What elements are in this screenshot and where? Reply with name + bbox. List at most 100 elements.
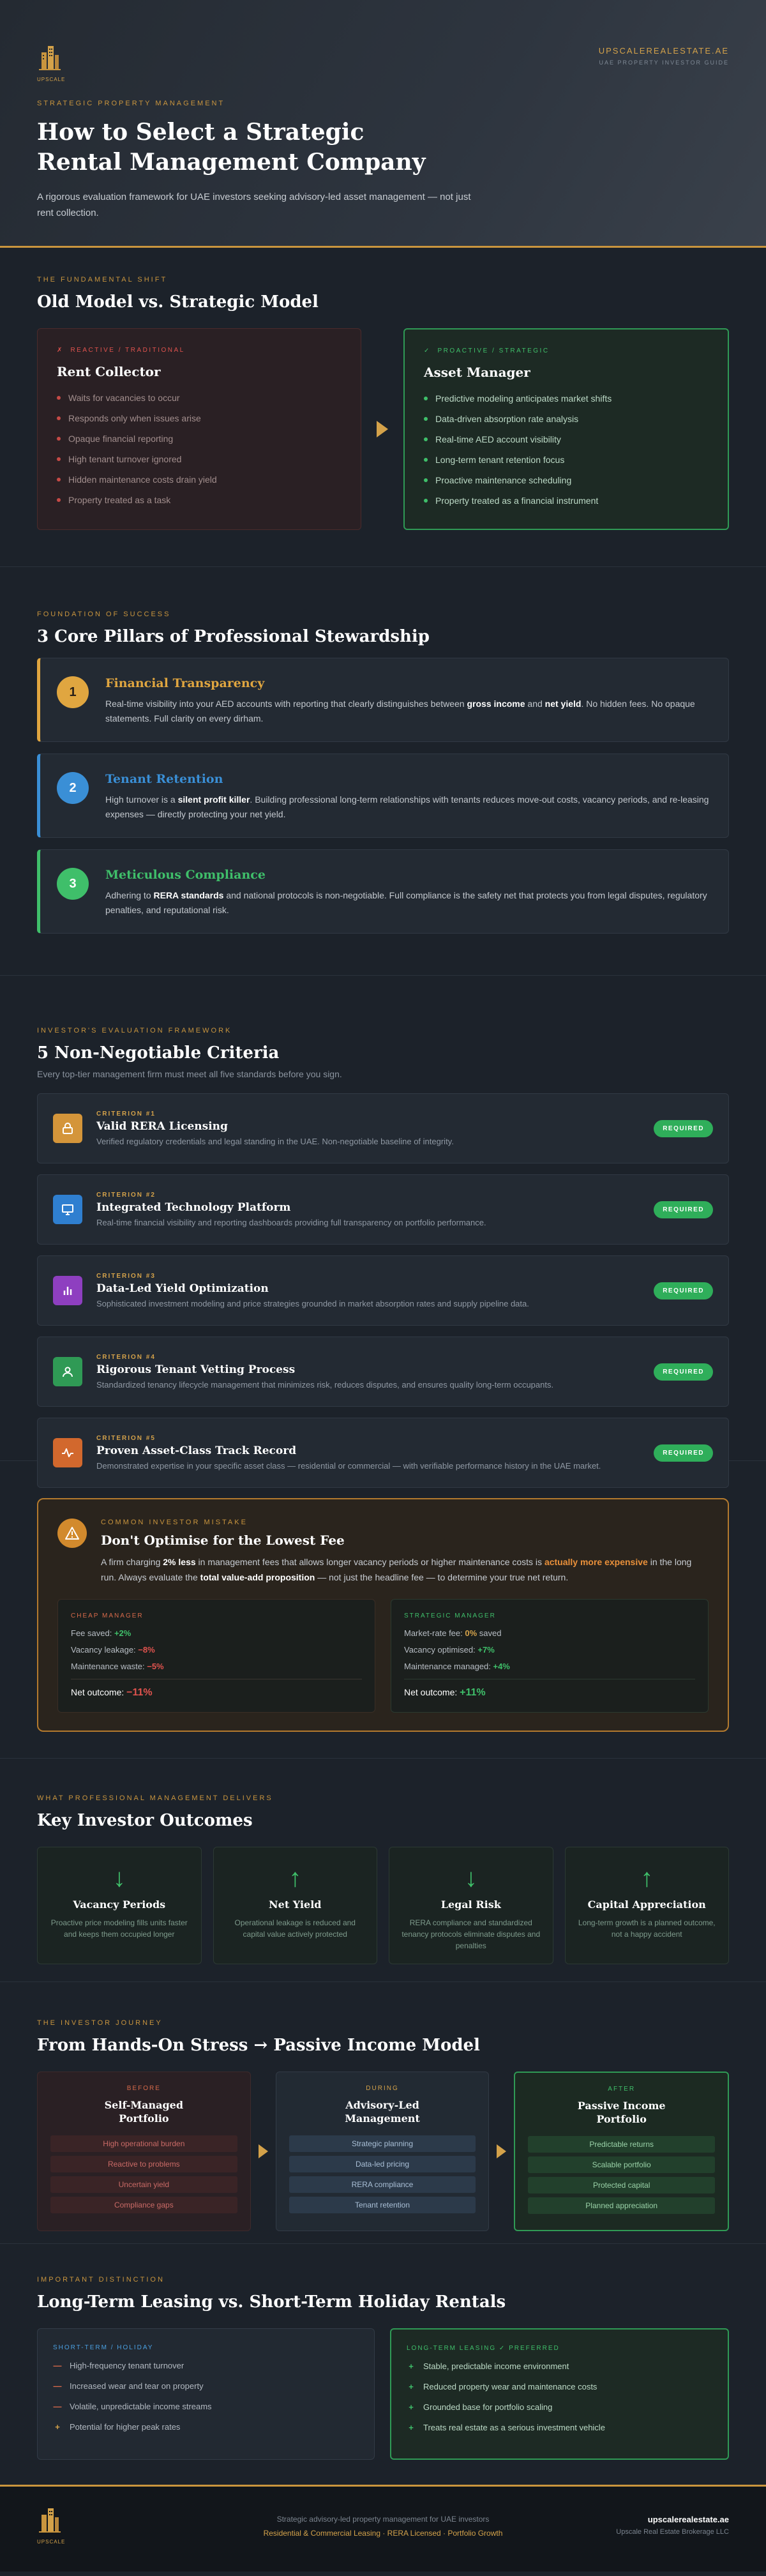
pillar-title: Tenant Retention	[105, 772, 223, 786]
journey-after-card: AFTER Passive Income Portfolio Predictable …	[514, 2072, 730, 2231]
shift-section: THE FUNDAMENTAL SHIFT Old Model vs. Stra…	[0, 248, 766, 567]
line-suffix: saved	[477, 1628, 502, 1638]
criterion-name: Integrated Technology Platform	[96, 1201, 291, 1214]
hero-eyebrow: STRATEGIC PROPERTY MANAGEMENT	[37, 100, 225, 107]
mistake-section: COMMON INVESTOR MISTAKE Don't Optimise f…	[0, 1461, 766, 1759]
new-model-list: Predictive modeling anticipates market s…	[424, 393, 709, 506]
plus-icon: +	[409, 2382, 414, 2391]
list-item: Property treated as a financial instrume…	[424, 495, 709, 506]
title-line-1: How to Select a Strategic	[37, 119, 364, 146]
journey-during-card: DURING Advisory-Led Management Strategic pl…	[275, 2072, 490, 2231]
short-term-card: SHORT-TERM / HOLIDAY — High-frequency tena…	[37, 2328, 375, 2460]
new-tag-text: PROACTIVE / STRATEGIC	[437, 347, 550, 354]
criteria-title: 5 Non-Negotiable Criteria	[37, 1043, 280, 1063]
journey-item: Predictable returns	[528, 2136, 716, 2153]
journey-item: Planned appreciation	[528, 2197, 716, 2214]
criterion-name: Valid RERA Licensing	[96, 1120, 228, 1133]
line-value: +7%	[477, 1645, 495, 1655]
outcomes-title: Key Investor Outcomes	[37, 1811, 253, 1830]
fee-line: Fee saved: +2%	[71, 1628, 362, 1638]
logo-text: UPSCALE	[37, 2539, 66, 2545]
bullet-icon	[57, 478, 61, 481]
journey-before-card: BEFORE Self-Managed Portfolio High operatio…	[37, 2072, 251, 2231]
pillar-body: Financial Transparency Real-time visibili…	[105, 676, 709, 726]
criterion-name: Proven Asset-Class Track Record	[96, 1444, 297, 1457]
footer-company: Upscale Real Estate Brokerage LLC	[616, 2528, 729, 2536]
pillars-list: 1 Financial Transparency Real-time visibil…	[37, 658, 729, 934]
list-item-text: Responds only when issues arise	[68, 413, 201, 423]
title-line: Management	[345, 2112, 420, 2125]
list-item-text: Predictive modeling anticipates market s…	[435, 393, 612, 404]
criterion-card: CRITERION #3 Data-Led Yield Optimization S…	[37, 1255, 729, 1326]
pillar-title: Meticulous Compliance	[105, 868, 266, 882]
page-title: How to Select a Strategic Rental Managem…	[37, 117, 522, 178]
plus-icon: +	[409, 2402, 414, 2412]
check-icon: ✓	[424, 347, 431, 354]
footer-url[interactable]: upscalerealestate.ae	[616, 2515, 729, 2524]
journey-section: THE INVESTOR JOURNEY From Hands-On Stres…	[0, 1982, 766, 2244]
pillars-section: FOUNDATION OF SUCCESS 3 Core Pillars of …	[0, 567, 766, 976]
brand-logo[interactable]: UPSCALE	[37, 43, 66, 82]
pillar-card: 1 Financial Transparency Real-time visibil…	[37, 658, 729, 742]
line-label: Vacancy leakage:	[71, 1645, 139, 1655]
line-label: Maintenance managed:	[404, 1662, 493, 1671]
line-value: +2%	[114, 1628, 131, 1638]
criteria-section: INVESTOR'S EVALUATION FRAMEWORK 5 Non-Ne…	[0, 976, 766, 1488]
list-item-text: Hidden maintenance costs drain yield	[68, 474, 217, 485]
vacancy-line: Vacancy optimised: +7%	[404, 1645, 695, 1655]
criterion-card: CRITERION #1 Valid RERA Licensing Verified…	[37, 1093, 729, 1163]
journey-item: RERA compliance	[289, 2176, 476, 2193]
cheap-manager-label: CHEAP MANAGER	[71, 1612, 144, 1619]
journey-stage-tag: DURING	[366, 2085, 399, 2092]
journey-eyebrow: THE INVESTOR JOURNEY	[37, 2019, 163, 2027]
manager-comparison: CHEAP MANAGER Fee saved: +2% Vacancy lea…	[57, 1599, 709, 1713]
shift-title: Old Model vs. Strategic Model	[37, 292, 319, 312]
mistake-title: Don't Optimise for the Lowest Fee	[101, 1533, 345, 1548]
mistake-body: COMMON INVESTOR MISTAKE Don't Optimise f…	[101, 1519, 709, 1585]
line-label: Market-rate fee:	[404, 1628, 465, 1638]
outcome-card: ↓ Legal Risk RERA compliance and standardi…	[389, 1847, 553, 1964]
guide-label: UAE PROPERTY INVESTOR GUIDE	[599, 59, 729, 66]
bold-text: RERA standards	[153, 890, 224, 900]
journey-stage-title: Self-Managed Portfolio	[50, 2098, 237, 2125]
logo-text: UPSCALE	[37, 77, 66, 82]
long-term-card: LONG-TERM LEASING ✓ PREFERRED + Stable, pr…	[390, 2328, 729, 2460]
outcome-value: +11%	[460, 1687, 486, 1698]
text-span: A firm charging	[101, 1557, 163, 1567]
outcome-description: Long-term growth is a planned outcome, n…	[578, 1918, 716, 1939]
person-icon	[53, 1357, 82, 1386]
list-item-text: Proactive maintenance scheduling	[435, 475, 572, 485]
old-model-card: ✗ REACTIVE / TRADITIONAL Rent Collector …	[37, 328, 361, 530]
criterion-description: Demonstrated expertise in your specific …	[96, 1461, 601, 1471]
outcome-card: ↑ Capital Appreciation Long-term growth is…	[564, 1847, 729, 1964]
text-span: and	[525, 699, 545, 709]
title-line: Portfolio	[119, 2112, 169, 2125]
outcome-name: Net Yield	[269, 1898, 322, 1911]
page-footer: UPSCALE Strategic advisory-led property …	[0, 2485, 766, 2572]
leasing-section: IMPORTANT DISTINCTION Long-Term Leasing …	[0, 2244, 766, 2485]
outcome-description: Proactive price modeling fills units fas…	[50, 1918, 188, 1939]
criterion-description: Real-time financial visibility and repor…	[96, 1218, 486, 1227]
bold-text: silent profit killer	[177, 794, 250, 805]
bullet-icon	[424, 417, 428, 421]
cheap-manager-card: CHEAP MANAGER Fee saved: +2% Vacancy lea…	[57, 1599, 375, 1713]
pillar-text: High turnover is a silent profit killer.…	[105, 792, 709, 822]
outcomes-eyebrow: WHAT PROFESSIONAL MANAGEMENT DELIVERS	[37, 1794, 273, 1802]
criterion-description: Sophisticated investment modeling and pr…	[96, 1299, 529, 1308]
arrow-right-icon	[377, 421, 388, 437]
footer-contact: upscalerealestate.ae Upscale Real Estate…	[616, 2515, 729, 2536]
leasing-item: + Grounded base for portfolio scaling	[407, 2402, 712, 2413]
list-item: Property treated as a task	[57, 494, 342, 506]
criterion-number: CRITERION #2	[96, 1192, 156, 1199]
journey-item: Uncertain yield	[50, 2176, 237, 2193]
site-url[interactable]: UPSCALEREALESTATE.AE	[599, 46, 729, 56]
list-item: Opaque financial reporting	[57, 433, 342, 444]
list-item: High tenant turnover ignored	[57, 453, 342, 465]
pillar-body: Tenant Retention High turnover is a silen…	[105, 772, 709, 822]
outcomes-grid: ↓ Vacancy Periods Proactive price modeling…	[37, 1847, 729, 1964]
leasing-item: — Increased wear and tear on property	[53, 2381, 359, 2392]
criterion-description: Standardized tenancy lifecycle managemen…	[96, 1380, 554, 1390]
list-item-text: Real-time AED account visibility	[435, 434, 561, 444]
net-outcome: Net outcome: −11%	[71, 1679, 362, 1699]
criterion-description: Verified regulatory credentials and lega…	[96, 1137, 454, 1146]
